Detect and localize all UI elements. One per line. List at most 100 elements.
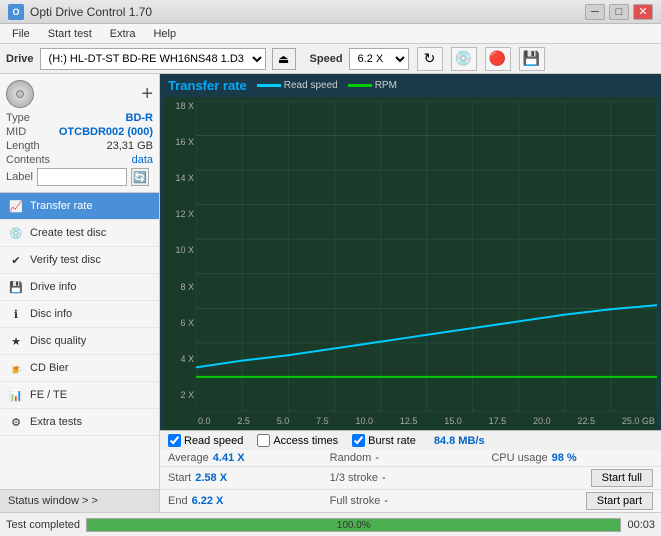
- stat-start-value: 2.58 X: [195, 472, 227, 484]
- time-text: 00:03: [627, 519, 655, 531]
- stat-start: Start 2.58 X: [168, 472, 330, 484]
- y-label-4: 4 X: [166, 354, 194, 364]
- burst-rate-checkbox-label[interactable]: Burst rate: [352, 434, 416, 447]
- stat-average: Average 4.41 X: [168, 452, 330, 464]
- menu-extra[interactable]: Extra: [102, 26, 144, 42]
- stat-full-stroke: Full stroke -: [330, 495, 492, 507]
- nav-cd-bier[interactable]: 🍺 CD Bier: [0, 355, 159, 382]
- y-axis: 18 X 16 X 14 X 12 X 10 X 8 X 6 X 4 X 2 X: [164, 97, 196, 430]
- x-label-150: 15.0: [444, 416, 462, 426]
- x-label-25: 2.5: [237, 416, 250, 426]
- status-window-button[interactable]: Status window > >: [0, 489, 159, 512]
- contents-value: data: [132, 154, 153, 166]
- verify-test-disc-icon: ✔: [8, 252, 24, 268]
- transfer-rate-icon: 📈: [8, 198, 24, 214]
- stat-average-value: 4.41 X: [213, 452, 245, 464]
- cd-bier-icon: 🍺: [8, 360, 24, 376]
- minimize-button[interactable]: ─: [585, 4, 605, 20]
- disc-quality-icon: ★: [8, 333, 24, 349]
- x-label-200: 20.0: [533, 416, 551, 426]
- disc-icon: [6, 80, 34, 108]
- nav-disc-quality[interactable]: ★ Disc quality: [0, 328, 159, 355]
- drivebar: Drive (H:) HL-DT-ST BD-RE WH16NS48 1.D3 …: [0, 44, 661, 74]
- x-label-125: 12.5: [400, 416, 418, 426]
- type-value: BD-R: [126, 112, 154, 124]
- start-part-button[interactable]: Start part: [586, 492, 653, 510]
- nav-disc-info[interactable]: ℹ Disc info: [0, 301, 159, 328]
- nav-verify-test-disc[interactable]: ✔ Verify test disc: [0, 247, 159, 274]
- stat-random: Random -: [330, 452, 492, 464]
- save-button[interactable]: 💾: [519, 47, 545, 71]
- refresh-button[interactable]: ↻: [417, 47, 443, 71]
- drive-select[interactable]: (H:) HL-DT-ST BD-RE WH16NS48 1.D3: [40, 48, 266, 70]
- y-label-18: 18 X: [166, 101, 194, 111]
- y-label-6: 6 X: [166, 318, 194, 328]
- stat-random-value: -: [375, 452, 379, 464]
- access-times-checkbox-label[interactable]: Access times: [257, 434, 338, 447]
- menu-file[interactable]: File: [4, 26, 38, 42]
- progress-text: 100.0%: [87, 519, 620, 533]
- legend-rpm-color: [348, 84, 372, 87]
- stat-cpu-value: 98 %: [552, 452, 577, 464]
- nav-extra-tests[interactable]: ⚙ Extra tests: [0, 409, 159, 436]
- erase-button[interactable]: 🔴: [485, 47, 511, 71]
- stat-third-label: 1/3 stroke: [330, 472, 378, 484]
- disc-add-button[interactable]: +: [141, 83, 153, 106]
- stat-end: End 6.22 X: [168, 495, 330, 507]
- legend-read-speed: Read speed: [257, 80, 338, 91]
- access-times-checkbox[interactable]: [257, 434, 270, 447]
- stat-start-label: Start: [168, 472, 191, 484]
- stats-area: Average 4.41 X Random - CPU usage 98 % S…: [160, 450, 661, 512]
- app-title: Opti Drive Control 1.70: [30, 5, 152, 19]
- nav-drive-info[interactable]: 💾 Drive info: [0, 274, 159, 301]
- stat-full-label: Full stroke: [330, 495, 381, 507]
- maximize-button[interactable]: □: [609, 4, 629, 20]
- burst-rate-checkbox[interactable]: [352, 434, 365, 447]
- stat-random-label: Random: [330, 452, 372, 464]
- drive-label: Drive: [6, 53, 34, 65]
- stat-cpu-label: CPU usage: [491, 452, 547, 464]
- eject-button[interactable]: ⏏: [272, 48, 296, 70]
- y-label-14: 14 X: [166, 173, 194, 183]
- burn-button[interactable]: 💿: [451, 47, 477, 71]
- y-label-2: 2 X: [166, 390, 194, 400]
- legend-read-speed-color: [257, 84, 281, 87]
- chart-svg: [196, 101, 657, 412]
- start-full-button[interactable]: Start full: [591, 469, 653, 487]
- nav-create-test-disc[interactable]: 💿 Create test disc: [0, 220, 159, 247]
- speed-select[interactable]: 6.2 X: [349, 48, 409, 70]
- x-label-225: 22.5: [577, 416, 595, 426]
- menu-start-test[interactable]: Start test: [40, 26, 100, 42]
- y-label-12: 12 X: [166, 209, 194, 219]
- chart-title: Transfer rate: [168, 78, 247, 93]
- nav-fe-te[interactable]: 📊 FE / TE: [0, 382, 159, 409]
- stat-full-value: -: [384, 495, 388, 507]
- length-label: Length: [6, 140, 40, 152]
- disc-panel: + Type BD-R MID OTCBDR002 (000) Length 2…: [0, 74, 159, 193]
- disc-info-icon: ℹ: [8, 306, 24, 322]
- x-label-0: 0.0: [198, 416, 211, 426]
- extra-tests-icon: ⚙: [8, 414, 24, 430]
- menu-help[interactable]: Help: [145, 26, 184, 42]
- sidebar: + Type BD-R MID OTCBDR002 (000) Length 2…: [0, 74, 160, 512]
- read-speed-checkbox-label[interactable]: Read speed: [168, 434, 243, 447]
- stat-end-value: 6.22 X: [192, 495, 224, 507]
- nav-transfer-rate[interactable]: 📈 Transfer rate: [0, 193, 159, 220]
- read-speed-checkbox[interactable]: [168, 434, 181, 447]
- menubar: File Start test Extra Help: [0, 24, 661, 44]
- titlebar: O Opti Drive Control 1.70 ─ □ ✕: [0, 0, 661, 24]
- stat-third-stroke: 1/3 stroke -: [330, 472, 492, 484]
- mid-label: MID: [6, 126, 26, 138]
- type-label: Type: [6, 112, 30, 124]
- statusbar: Test completed 100.0% 00:03: [0, 512, 661, 536]
- stat-start-full-container: Start full: [491, 469, 653, 487]
- speed-label: Speed: [310, 53, 343, 65]
- stats-row-2: Start 2.58 X 1/3 stroke - Start full: [160, 467, 661, 490]
- titlebar-left: O Opti Drive Control 1.70: [8, 4, 152, 20]
- label-icon-button[interactable]: 🔄: [131, 168, 149, 186]
- label-input[interactable]: [37, 168, 127, 186]
- y-label-10: 10 X: [166, 245, 194, 255]
- y-label-16: 16 X: [166, 137, 194, 147]
- status-text: Test completed: [6, 519, 80, 531]
- close-button[interactable]: ✕: [633, 4, 653, 20]
